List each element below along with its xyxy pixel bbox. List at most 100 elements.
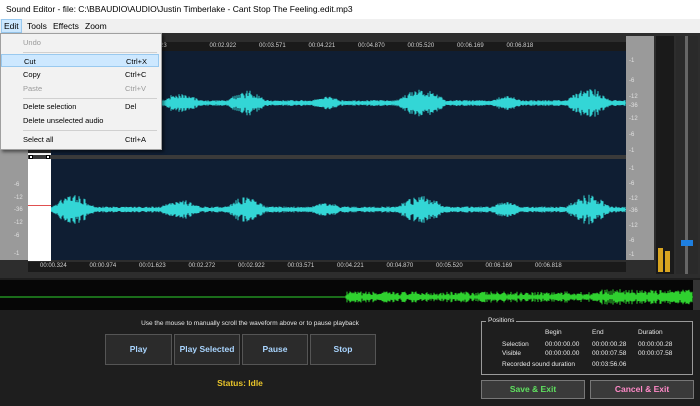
scale-label: -6 xyxy=(629,181,635,187)
cancel-exit-button[interactable]: Cancel & Exit xyxy=(590,380,694,399)
selection-begin: 00:00:00.00 xyxy=(545,341,580,348)
menu-separator xyxy=(23,98,157,99)
header-begin: Begin xyxy=(545,329,562,336)
menu-tools[interactable]: Tools xyxy=(25,21,49,31)
scale-label: -1 xyxy=(629,166,635,172)
time-tick-label: 00:04.870 xyxy=(358,43,385,49)
handle-right[interactable] xyxy=(46,155,50,159)
left-scale-label: -12 xyxy=(14,195,23,201)
time-tick-label: 00:04.870 xyxy=(386,263,414,269)
stop-button[interactable]: Stop xyxy=(310,334,376,365)
zoom-slider-thumb[interactable] xyxy=(681,240,693,246)
header-duration: Duration xyxy=(638,329,663,336)
scale-label: -6 xyxy=(629,132,635,138)
waveform-bottom-svg xyxy=(51,194,626,225)
right-scale: -1 -6 -12 -36 -12 -6 -1 -1 -6 -12 -36 -12 -6 -1 xyxy=(626,36,654,260)
waveform-channel-bottom[interactable] xyxy=(51,159,626,260)
menu-item-delete-unselected[interactable]: Delete unselected audio xyxy=(1,114,159,127)
menu-zoom[interactable]: Zoom xyxy=(83,21,109,31)
delete-selection-label: Delete selection xyxy=(23,102,77,111)
delete-selection-shortcut: Del xyxy=(125,102,137,111)
paste-shortcut: Ctrl+V xyxy=(125,84,147,93)
waveform-path xyxy=(51,194,626,225)
title-bar: Sound Editor - file: C:\BBAUDIO\AUDIO\Ju… xyxy=(0,0,700,19)
recorded-label: Recorded sound duration xyxy=(502,361,575,368)
menu-item-paste[interactable]: Paste Ctrl+V xyxy=(1,82,159,95)
recorded-value: 00:03:56.06 xyxy=(592,361,627,368)
selection-duration: 00:00:00.28 xyxy=(638,341,673,348)
visible-label: Visible xyxy=(502,350,522,357)
save-exit-button[interactable]: Save & Exit xyxy=(481,380,585,399)
undo-label: Undo xyxy=(23,38,41,47)
window-title: Sound Editor - file: C:\BBAUDIO\AUDIO\Ju… xyxy=(6,4,353,14)
visible-duration: 00:00:07.58 xyxy=(638,350,673,357)
scale-label: -12 xyxy=(629,196,638,202)
overview-strip[interactable] xyxy=(0,280,693,310)
menu-effects[interactable]: Effects xyxy=(51,21,81,31)
scale-label: -1 xyxy=(629,148,635,154)
menu-edit[interactable]: Edit xyxy=(1,19,22,33)
edit-menu-dropdown: Undo Cut Ctrl+X Copy Ctrl+C Paste Ctrl+V… xyxy=(0,33,162,150)
header-end: End xyxy=(592,329,604,336)
scale-label: -1 xyxy=(629,58,635,64)
time-tick-label: 00:02.272 xyxy=(188,263,216,269)
zoom-slider[interactable] xyxy=(676,36,698,274)
selection-handles[interactable] xyxy=(28,155,51,159)
zoom-slider-track xyxy=(685,36,688,274)
play-selected-button[interactable]: Play Selected xyxy=(174,334,240,365)
menu-item-cut[interactable]: Cut Ctrl+X xyxy=(1,54,159,67)
copy-label: Copy xyxy=(23,70,41,79)
time-tick-label: 00:00.324 xyxy=(40,263,67,269)
time-tick-label: 00:04.221 xyxy=(337,263,364,269)
positions-panel: Positions Begin End Duration Selection 0… xyxy=(481,317,693,375)
overview-svg xyxy=(0,289,693,305)
scale-label: -12 xyxy=(629,116,638,122)
level-meter-left xyxy=(658,248,663,272)
time-tick-label: 00:03.571 xyxy=(287,263,315,269)
cut-label: Cut xyxy=(24,57,36,66)
time-tick-label: 00:06.818 xyxy=(506,43,534,49)
menu-item-select-all[interactable]: Select all Ctrl+A xyxy=(1,133,159,146)
scale-label: -36 xyxy=(629,103,638,109)
positions-legend: Positions xyxy=(486,317,517,324)
selection-label: Selection xyxy=(502,341,529,348)
left-scale-label: -6 xyxy=(14,182,20,188)
level-meter xyxy=(656,36,674,274)
play-button[interactable]: Play xyxy=(105,334,172,365)
overview-waveform xyxy=(0,289,693,305)
time-tick-label: 00:04.221 xyxy=(308,43,336,49)
selection-end: 00:00:00.28 xyxy=(592,341,627,348)
scale-label: -1 xyxy=(629,252,635,258)
selection-region[interactable] xyxy=(28,153,51,261)
menu-separator xyxy=(23,52,157,53)
menu-item-undo[interactable]: Undo xyxy=(1,36,159,49)
left-scale-label: -1 xyxy=(14,251,20,257)
scale-label: -12 xyxy=(629,94,638,100)
visible-begin: 00:00:00.00 xyxy=(545,350,580,357)
copy-shortcut: Ctrl+C xyxy=(125,70,147,79)
scale-label: -6 xyxy=(629,78,635,84)
instructions-text: Use the mouse to manually scroll the wav… xyxy=(141,320,359,327)
delete-unselected-label: Delete unselected audio xyxy=(23,116,104,125)
pause-button[interactable]: Pause xyxy=(242,334,308,365)
time-tick-label: 00:05.520 xyxy=(407,43,435,49)
left-scale-label: -36 xyxy=(14,207,23,213)
scale-label: -6 xyxy=(629,238,635,244)
level-meter-right xyxy=(665,251,670,272)
left-scale-label: -6 xyxy=(14,233,20,239)
menu-bar: Edit Tools Effects Zoom xyxy=(0,19,700,34)
selection-marker xyxy=(28,205,51,206)
select-all-label: Select all xyxy=(23,135,54,144)
scale-label: -36 xyxy=(629,208,638,214)
time-tick-label: 00:03.571 xyxy=(259,43,286,49)
menu-item-copy[interactable]: Copy Ctrl+C xyxy=(1,68,159,81)
menu-item-delete-selection[interactable]: Delete selection Del xyxy=(1,100,159,113)
time-tick-label: 00:00.974 xyxy=(89,263,117,269)
overview-scrollbar[interactable] xyxy=(693,280,700,310)
handle-left[interactable] xyxy=(29,155,33,159)
time-tick-label: 00:05.520 xyxy=(436,263,463,269)
paste-label: Paste xyxy=(23,84,43,93)
select-all-shortcut: Ctrl+A xyxy=(125,135,147,144)
scale-label: -12 xyxy=(629,223,638,229)
left-scale-label: -12 xyxy=(14,220,23,226)
